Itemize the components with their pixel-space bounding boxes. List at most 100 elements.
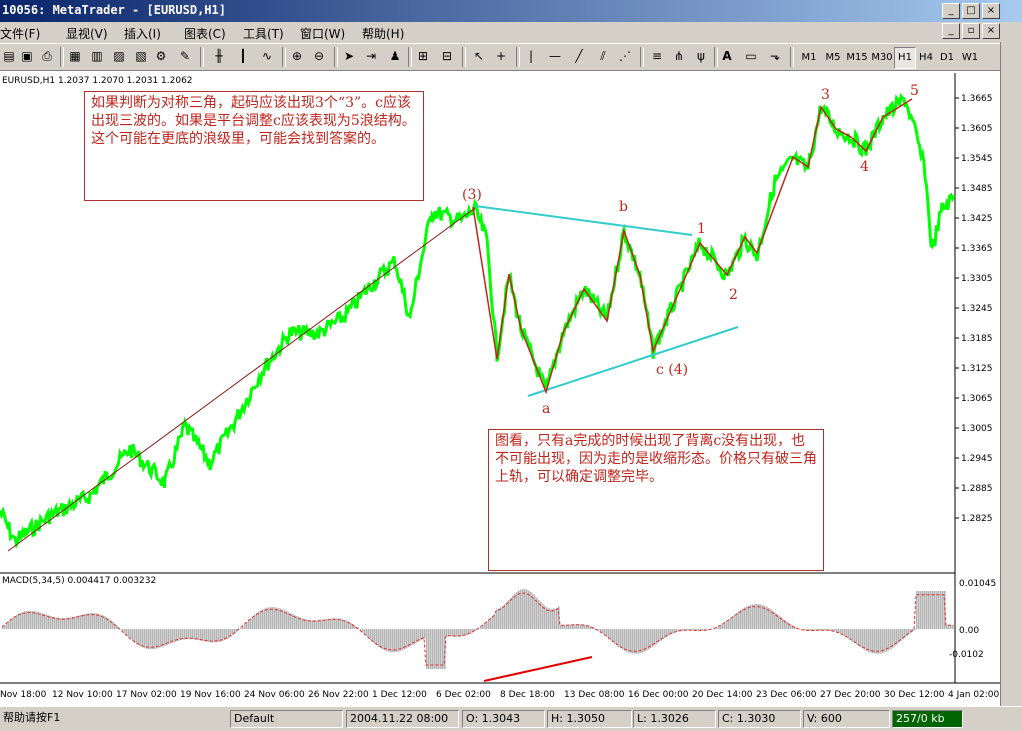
terminal-icon[interactable]: ▨ xyxy=(110,47,128,65)
macd-bar xyxy=(930,591,932,629)
fan-icon[interactable]: ψ xyxy=(692,47,710,65)
period-icon[interactable]: ⊞ xyxy=(414,47,432,65)
macd-bar xyxy=(500,607,502,629)
macd-bar xyxy=(650,629,652,648)
horizontal-line-icon[interactable]: — xyxy=(546,47,564,65)
expert-icon[interactable]: ✎ xyxy=(176,47,194,65)
macd-bar xyxy=(268,607,270,629)
time-tick-label: 8 Dec 18:00 xyxy=(500,690,555,700)
macd-bar xyxy=(280,609,282,629)
menu-charts[interactable]: 图表(C) xyxy=(184,25,226,42)
tf-d1[interactable]: D1 xyxy=(936,47,958,69)
tf-h4[interactable]: H4 xyxy=(915,47,937,69)
maximize-icon[interactable]: □ xyxy=(962,3,980,19)
market-watch-icon[interactable]: ▦ xyxy=(66,47,84,65)
macd-bar xyxy=(146,629,148,649)
mdi-restore-icon[interactable]: ▫ xyxy=(962,23,980,39)
pitchfork-icon[interactable]: ⋔ xyxy=(670,47,688,65)
zoom-out-icon[interactable]: ⊖ xyxy=(310,47,328,65)
macd-tick-zero: 0.00 xyxy=(959,626,979,636)
gann-icon[interactable]: ⋰ xyxy=(616,47,634,65)
macd-bar xyxy=(406,629,408,648)
bar-chart-icon[interactable]: ╫ xyxy=(210,47,228,65)
macd-bar xyxy=(368,629,370,638)
price-tick-label: 1.3125 xyxy=(961,364,993,374)
candlestick-icon[interactable]: ┃ xyxy=(234,47,252,65)
fibonacci-icon[interactable]: ≡ xyxy=(648,47,666,65)
time-tick-label: 19 Nov 16:00 xyxy=(180,690,241,700)
tf-m5[interactable]: M5 xyxy=(821,47,845,69)
menu-view[interactable]: 显视(V) xyxy=(66,25,108,42)
tf-m30[interactable]: M30 xyxy=(869,47,895,69)
chart-shift-icon[interactable]: ⇥ xyxy=(362,47,380,65)
mdi-close-icon[interactable]: × xyxy=(982,23,1000,39)
macd-bar xyxy=(80,615,82,629)
macd-bar xyxy=(726,621,728,629)
macd-bar xyxy=(152,629,154,649)
price-tick-label: 1.3065 xyxy=(961,394,993,404)
mdi-minimize-icon[interactable]: _ xyxy=(942,23,960,39)
macd-bar xyxy=(202,629,204,641)
trendline-icon[interactable]: ╱ xyxy=(570,47,588,65)
macd-bar xyxy=(192,629,194,639)
indicators-icon[interactable]: ♟ xyxy=(386,47,404,65)
price-tick-label: 1.2945 xyxy=(961,454,993,464)
chart-window[interactable]: EURUSD,H1 1.2037 1.2070 1.2031 1.2062 MA… xyxy=(0,70,1000,707)
macd-bar xyxy=(692,629,694,630)
auto-scroll-icon[interactable]: ➤ xyxy=(340,47,358,65)
macd-bar xyxy=(510,598,512,629)
text-icon[interactable]: A xyxy=(718,47,736,65)
macd-bar xyxy=(62,618,64,629)
new-chart-icon[interactable]: ▤ xyxy=(0,47,18,65)
line-chart-icon[interactable]: ∿ xyxy=(258,47,276,65)
macd-bar xyxy=(28,611,30,629)
cursor-icon[interactable]: ↖ xyxy=(470,47,488,65)
menu-help[interactable]: 帮助(H) xyxy=(362,25,404,42)
macd-bar xyxy=(334,618,336,629)
macd-bar xyxy=(616,629,618,645)
save-icon[interactable]: ▣ xyxy=(18,47,36,65)
macd-bar xyxy=(82,614,84,629)
zoom-in-icon[interactable]: ⊕ xyxy=(288,47,306,65)
menu-window[interactable]: 窗口(W) xyxy=(300,25,345,42)
macd-bar xyxy=(636,629,638,654)
tf-m1[interactable]: M1 xyxy=(796,47,822,69)
macd-bar xyxy=(376,629,378,645)
properties-icon[interactable]: ⚙ xyxy=(152,47,170,65)
macd-bar xyxy=(382,629,384,649)
vertical-line-icon[interactable]: | xyxy=(522,47,540,65)
label-icon[interactable]: ▭ xyxy=(742,47,760,65)
close-icon[interactable]: × xyxy=(982,3,1000,19)
macd-bar xyxy=(466,629,468,635)
macd-bar xyxy=(940,591,942,629)
print-icon[interactable]: ⎙ xyxy=(38,47,56,65)
menu-tools[interactable]: 工具(T) xyxy=(243,25,284,42)
menu-insert[interactable]: 插入(I) xyxy=(124,25,161,42)
crosshair-icon[interactable]: + xyxy=(492,47,510,65)
macd-bar xyxy=(252,616,254,629)
tf-h1[interactable]: H1 xyxy=(894,47,916,69)
wave-label-a: a xyxy=(542,401,550,417)
macd-bar xyxy=(64,618,66,629)
tester-icon[interactable]: ▧ xyxy=(132,47,150,65)
macd-bar xyxy=(524,589,526,629)
macd-bar xyxy=(446,629,448,636)
menu-file[interactable]: 文件(F) xyxy=(0,25,40,42)
macd-bar xyxy=(424,629,426,639)
templates-icon[interactable]: ⊟ xyxy=(438,47,456,65)
macd-bar xyxy=(638,629,640,653)
channel-icon[interactable]: ⫽ xyxy=(594,47,612,65)
tf-w1[interactable]: W1 xyxy=(958,47,982,69)
minimize-icon[interactable]: _ xyxy=(942,3,960,19)
macd-bar xyxy=(210,629,212,642)
navigator-icon[interactable]: ▥ xyxy=(88,47,106,65)
tf-m15[interactable]: M15 xyxy=(844,47,870,69)
macd-bar xyxy=(392,629,394,652)
macd-bar xyxy=(398,629,400,652)
macd-bar xyxy=(494,614,496,629)
macd-bar xyxy=(504,604,506,629)
arrow-icon[interactable]: ⬎ xyxy=(766,47,784,65)
time-tick-label: 4 Jan 02:00 xyxy=(948,690,1000,700)
macd-bar xyxy=(72,617,74,629)
macd-bar xyxy=(332,618,334,629)
